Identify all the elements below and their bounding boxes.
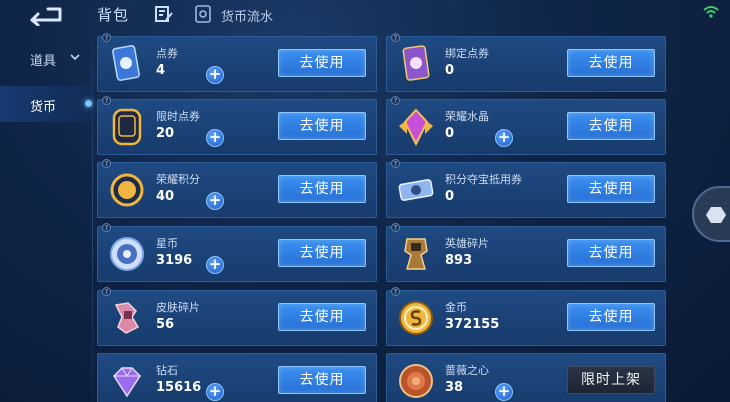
currency-value: 20: [156, 126, 175, 141]
use-button[interactable]: 去使用: [567, 239, 655, 267]
sidebar-item-label: 货币: [30, 100, 57, 115]
currency-name: 金币: [445, 301, 467, 314]
currency-card: ? 英雄碎片 893 去使用: [386, 223, 666, 282]
currency-value: 0: [445, 63, 455, 78]
use-button[interactable]: 去使用: [567, 303, 655, 331]
sidebar-item-label: 道具: [30, 54, 57, 69]
use-button[interactable]: 去使用: [567, 175, 655, 203]
sidebar-item-items[interactable]: 道具: [0, 40, 92, 76]
currency-name: 蔷薇之心: [445, 364, 489, 377]
page-title: 背包: [97, 6, 130, 24]
currency-value: 0: [445, 126, 455, 141]
help-icon[interactable]: ?: [102, 223, 111, 232]
sidebar-item-currency[interactable]: 货币: [0, 86, 92, 122]
currency-card: ? 皮肤碎片 56 去使用: [97, 287, 377, 346]
help-icon[interactable]: ?: [102, 33, 111, 42]
currency-name: 英雄碎片: [445, 237, 489, 250]
star-coin-icon: [110, 237, 144, 271]
use-button[interactable]: 去使用: [278, 49, 366, 77]
help-icon[interactable]: ?: [391, 223, 400, 232]
voucher-icon: [398, 179, 434, 201]
hero-fragment-icon: [404, 238, 428, 270]
use-button[interactable]: 去使用: [567, 112, 655, 140]
limited-ticket-icon: [112, 108, 142, 146]
currency-card: 蔷薇之心 38 + 限时上架: [386, 353, 666, 402]
currency-card: ? 限时点券 20 + 去使用: [97, 96, 377, 155]
currency-card: ? 点券 4 + 去使用: [97, 33, 377, 92]
diamond-icon: [113, 367, 141, 398]
help-icon[interactable]: ?: [391, 287, 400, 296]
help-icon[interactable]: ?: [391, 159, 400, 168]
add-button[interactable]: +: [206, 383, 224, 401]
currency-name: 荣耀积分: [156, 173, 200, 186]
currency-value: 3196: [156, 253, 193, 268]
currency-name: 积分夺宝抵用券: [445, 173, 522, 186]
add-button[interactable]: +: [206, 66, 224, 84]
use-button[interactable]: 去使用: [278, 175, 366, 203]
wifi-icon: [703, 6, 719, 18]
use-button[interactable]: 去使用: [567, 49, 655, 77]
currency-value: 40: [156, 189, 175, 204]
add-button[interactable]: +: [495, 383, 513, 401]
currency-value: 372155: [445, 317, 500, 332]
use-button[interactable]: 去使用: [278, 366, 366, 394]
bound-ticket-icon: [402, 45, 430, 81]
currency-name: 点券: [156, 47, 178, 60]
currency-name: 钻石: [156, 364, 178, 377]
edit-icon[interactable]: [154, 5, 174, 23]
skin-fragment-icon: [114, 302, 140, 334]
top-bar: 背包 货币流水: [0, 0, 730, 32]
currency-card: ? 绑定点券 0 去使用: [386, 33, 666, 92]
add-button[interactable]: +: [495, 129, 513, 147]
currency-value: 0: [445, 189, 455, 204]
back-icon[interactable]: [26, 4, 66, 26]
chevron-down-icon: [70, 54, 80, 61]
sidebar-divider: [92, 38, 93, 402]
gold-coin-icon: [399, 301, 433, 335]
currency-name: 绑定点券: [445, 47, 489, 60]
ticket-icon: [112, 45, 140, 81]
currency-card: ? 荣耀积分 40 + 去使用: [97, 159, 377, 218]
currency-card: 钻石 15616 + 去使用: [97, 353, 377, 402]
sidebar: 道具 货币: [0, 38, 93, 402]
limited-listing-button[interactable]: 限时上架: [567, 366, 655, 394]
active-indicator: [85, 100, 92, 107]
add-button[interactable]: +: [206, 256, 224, 274]
glory-points-icon: [110, 173, 144, 207]
hexagon-icon: [706, 207, 726, 223]
currency-name: 荣耀水晶: [445, 110, 489, 123]
currency-name: 皮肤碎片: [156, 301, 200, 314]
use-button[interactable]: 去使用: [278, 303, 366, 331]
help-icon[interactable]: ?: [102, 159, 111, 168]
currency-flow-link[interactable]: 货币流水: [221, 6, 273, 25]
currency-value: 38: [445, 380, 464, 395]
help-icon[interactable]: ?: [102, 287, 111, 296]
currency-card: ? 荣耀水晶 0 + 去使用: [386, 96, 666, 155]
help-icon[interactable]: ?: [102, 96, 111, 105]
currency-value: 4: [156, 63, 166, 78]
add-button[interactable]: +: [206, 192, 224, 210]
rose-heart-icon: [399, 364, 433, 398]
currency-card: ? 积分夺宝抵用券 0 去使用: [386, 159, 666, 218]
help-icon[interactable]: ?: [391, 96, 400, 105]
floating-menu-button[interactable]: [692, 186, 730, 242]
currency-flow-icon[interactable]: [194, 5, 212, 23]
currency-value: 893: [445, 253, 473, 268]
currency-value: 56: [156, 317, 175, 332]
currency-name: 星币: [156, 237, 178, 250]
currency-card: ? 金币 372155 去使用: [386, 287, 666, 346]
use-button[interactable]: 去使用: [278, 239, 366, 267]
currency-name: 限时点券: [156, 110, 200, 123]
add-button[interactable]: +: [206, 129, 224, 147]
crystal-icon: [399, 108, 433, 147]
currency-value: 15616: [156, 380, 202, 395]
help-icon[interactable]: ?: [391, 33, 400, 42]
use-button[interactable]: 去使用: [278, 112, 366, 140]
currency-card: ? 星币 3196 + 去使用: [97, 223, 377, 282]
